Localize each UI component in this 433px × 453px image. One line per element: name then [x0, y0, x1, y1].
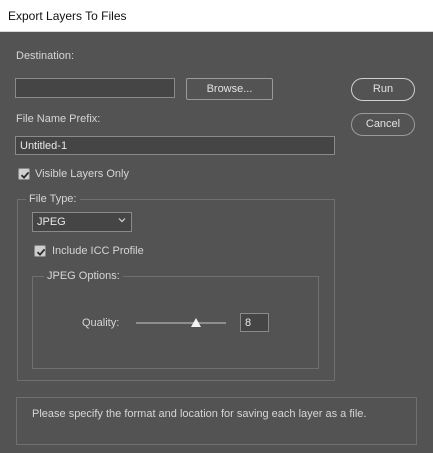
browse-button[interactable]: Browse...	[186, 78, 273, 100]
jpeg-options-legend: JPEG Options:	[44, 270, 123, 282]
quality-input[interactable]: 8	[240, 313, 269, 332]
prefix-value: Untitled-1	[20, 140, 68, 152]
triangle-thumb-icon[interactable]	[191, 318, 201, 327]
title-bar: Export Layers To Files	[0, 0, 433, 32]
run-button[interactable]: Run	[351, 78, 415, 101]
checkmark-icon	[36, 248, 46, 256]
file-type-value: JPEG	[37, 216, 66, 228]
destination-label: Destination:	[16, 50, 75, 62]
cancel-button[interactable]: Cancel	[351, 113, 415, 136]
prefix-label: File Name Prefix:	[16, 113, 101, 125]
include-icc-checkbox[interactable]	[34, 245, 46, 257]
file-type-legend: File Type:	[26, 193, 80, 205]
quality-slider-track[interactable]	[136, 322, 226, 324]
visible-layers-checkbox[interactable]	[18, 168, 30, 180]
status-panel: Please specify the format and location f…	[16, 397, 417, 445]
status-message: Please specify the format and location f…	[32, 408, 367, 420]
checkmark-icon	[20, 171, 30, 179]
include-icc-label: Include ICC Profile	[52, 245, 144, 257]
destination-input[interactable]	[15, 78, 175, 98]
file-type-select[interactable]: JPEG	[32, 212, 132, 232]
prefix-input[interactable]: Untitled-1	[15, 136, 335, 155]
quality-label: Quality:	[82, 317, 120, 329]
quality-value: 8	[245, 317, 252, 329]
window-title: Export Layers To Files	[8, 9, 127, 23]
chevron-down-icon	[118, 218, 126, 223]
visible-layers-label: Visible Layers Only	[35, 168, 129, 180]
